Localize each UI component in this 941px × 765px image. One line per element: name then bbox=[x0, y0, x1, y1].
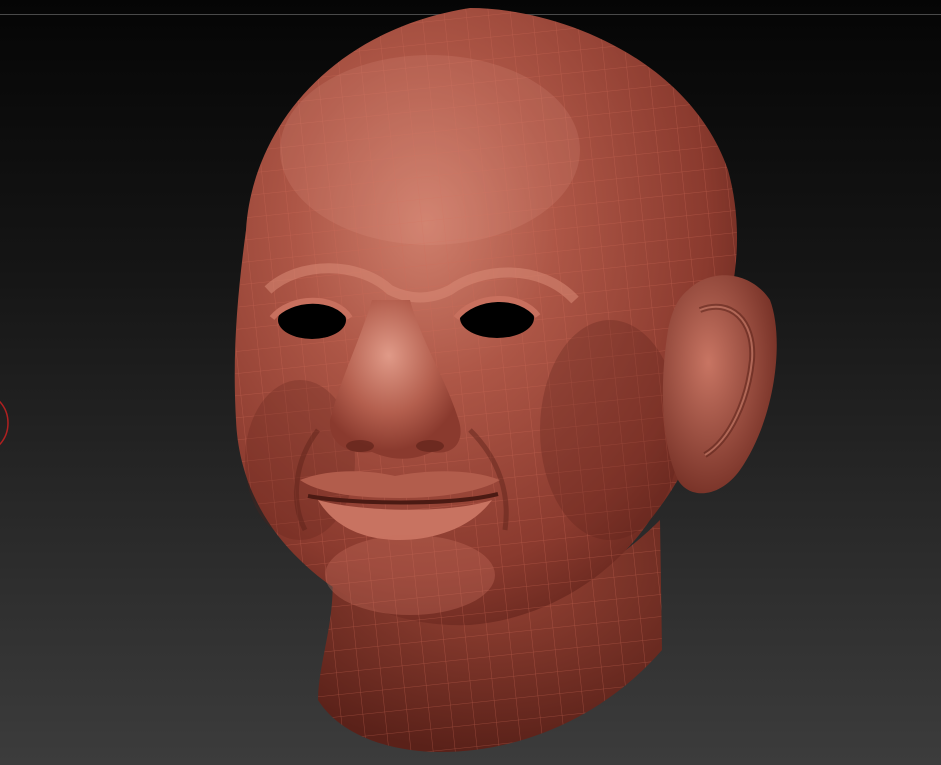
brush-cursor-circle[interactable] bbox=[0, 391, 9, 455]
chin bbox=[325, 535, 495, 615]
3d-viewport[interactable] bbox=[0, 0, 941, 765]
sculpt-scene[interactable] bbox=[0, 0, 941, 765]
